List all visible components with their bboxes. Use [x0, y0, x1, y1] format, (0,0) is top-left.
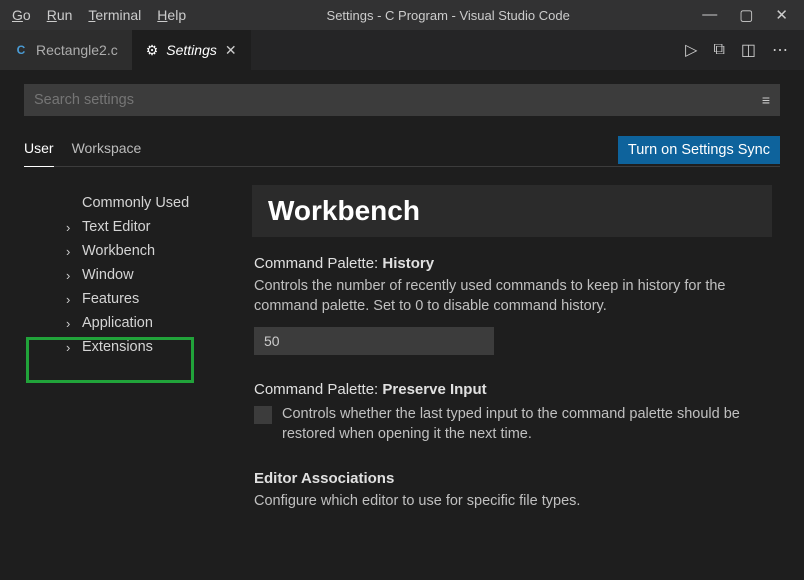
- tree-window[interactable]: ›Window: [24, 263, 244, 287]
- menu-go[interactable]: Go: [4, 7, 39, 23]
- tab-label: Settings: [166, 42, 217, 58]
- scope-user[interactable]: User: [24, 134, 54, 166]
- filter-icon[interactable]: ≡: [762, 92, 770, 108]
- more-icon[interactable]: ⋯: [772, 40, 788, 60]
- checkbox-row: Controls whether the last typed input to…: [254, 404, 772, 445]
- menu-terminal[interactable]: Terminal: [80, 7, 149, 23]
- preserve-input-checkbox[interactable]: [254, 406, 272, 424]
- setting-title: Command Palette: Preserve Input: [254, 381, 772, 398]
- tree-extensions[interactable]: ›Extensions: [24, 335, 244, 359]
- close-tab-icon[interactable]: ✕: [225, 42, 237, 59]
- tree-application[interactable]: ›Application: [24, 311, 244, 335]
- tab-settings[interactable]: ⚙ Settings ✕: [132, 30, 251, 70]
- chevron-right-icon: ›: [66, 316, 70, 331]
- setting-description: Controls the number of recently used com…: [254, 276, 754, 317]
- tab-rectangle2[interactable]: C Rectangle2.c: [0, 30, 132, 70]
- chevron-right-icon: ›: [66, 244, 70, 259]
- maximize-icon[interactable]: ▢: [739, 6, 753, 24]
- gear-icon: ⚙: [146, 42, 159, 59]
- tree-features[interactable]: ›Features: [24, 287, 244, 311]
- settings-pane: Workbench Command Palette: History Contr…: [244, 185, 780, 580]
- settings-content: Commonly Used ›Text Editor ›Workbench ›W…: [24, 185, 780, 580]
- menu-help[interactable]: Help: [149, 7, 194, 23]
- tree-workbench[interactable]: ›Workbench: [24, 239, 244, 263]
- tabs-bar: C Rectangle2.c ⚙ Settings ✕ ▷ ⧉ ◫ ⋯: [0, 30, 804, 70]
- menu-run[interactable]: Run: [39, 7, 81, 23]
- settings-tree: Commonly Used ›Text Editor ›Workbench ›W…: [24, 185, 244, 580]
- scope-row: User Workspace Turn on Settings Sync: [24, 134, 780, 167]
- setting-title: Editor Associations: [254, 470, 772, 487]
- tabs: C Rectangle2.c ⚙ Settings ✕: [0, 30, 251, 70]
- scope-workspace[interactable]: Workspace: [72, 134, 142, 166]
- chevron-right-icon: ›: [66, 292, 70, 307]
- window-title: Settings - C Program - Visual Studio Cod…: [194, 8, 702, 23]
- setting-command-palette-history: Command Palette: History Controls the nu…: [252, 255, 772, 355]
- chevron-right-icon: ›: [66, 220, 70, 235]
- setting-command-palette-preserve: Command Palette: Preserve Input Controls…: [252, 381, 772, 445]
- open-aside-icon[interactable]: ⧉: [713, 41, 724, 59]
- close-icon[interactable]: ✕: [775, 6, 788, 24]
- tree-text-editor[interactable]: ›Text Editor: [24, 215, 244, 239]
- minimize-icon[interactable]: ―: [702, 6, 717, 24]
- settings-body: ≡ User Workspace Turn on Settings Sync C…: [0, 70, 804, 580]
- run-icon[interactable]: ▷: [685, 40, 697, 60]
- editor-actions: ▷ ⧉ ◫ ⋯: [685, 40, 804, 60]
- c-file-icon: C: [14, 43, 28, 57]
- menu-bar: Go Run Terminal Help: [4, 7, 194, 23]
- split-editor-icon[interactable]: ◫: [741, 40, 756, 60]
- setting-title: Command Palette: History: [254, 255, 772, 272]
- scope-tabs: User Workspace: [24, 134, 141, 166]
- settings-sync-button[interactable]: Turn on Settings Sync: [618, 136, 780, 164]
- pane-header: Workbench: [252, 185, 772, 237]
- history-input[interactable]: [254, 327, 494, 355]
- setting-description: Configure which editor to use for specif…: [254, 491, 754, 511]
- tab-label: Rectangle2.c: [36, 42, 118, 58]
- setting-editor-associations: Editor Associations Configure which edit…: [252, 470, 772, 511]
- window-controls: ― ▢ ✕: [702, 6, 800, 24]
- title-bar: Go Run Terminal Help Settings - C Progra…: [0, 0, 804, 30]
- tree-commonly-used[interactable]: Commonly Used: [24, 191, 244, 215]
- chevron-right-icon: ›: [66, 268, 70, 283]
- setting-description: Controls whether the last typed input to…: [282, 404, 772, 445]
- chevron-right-icon: ›: [66, 340, 70, 355]
- search-input[interactable]: [34, 92, 762, 108]
- settings-search[interactable]: ≡: [24, 84, 780, 116]
